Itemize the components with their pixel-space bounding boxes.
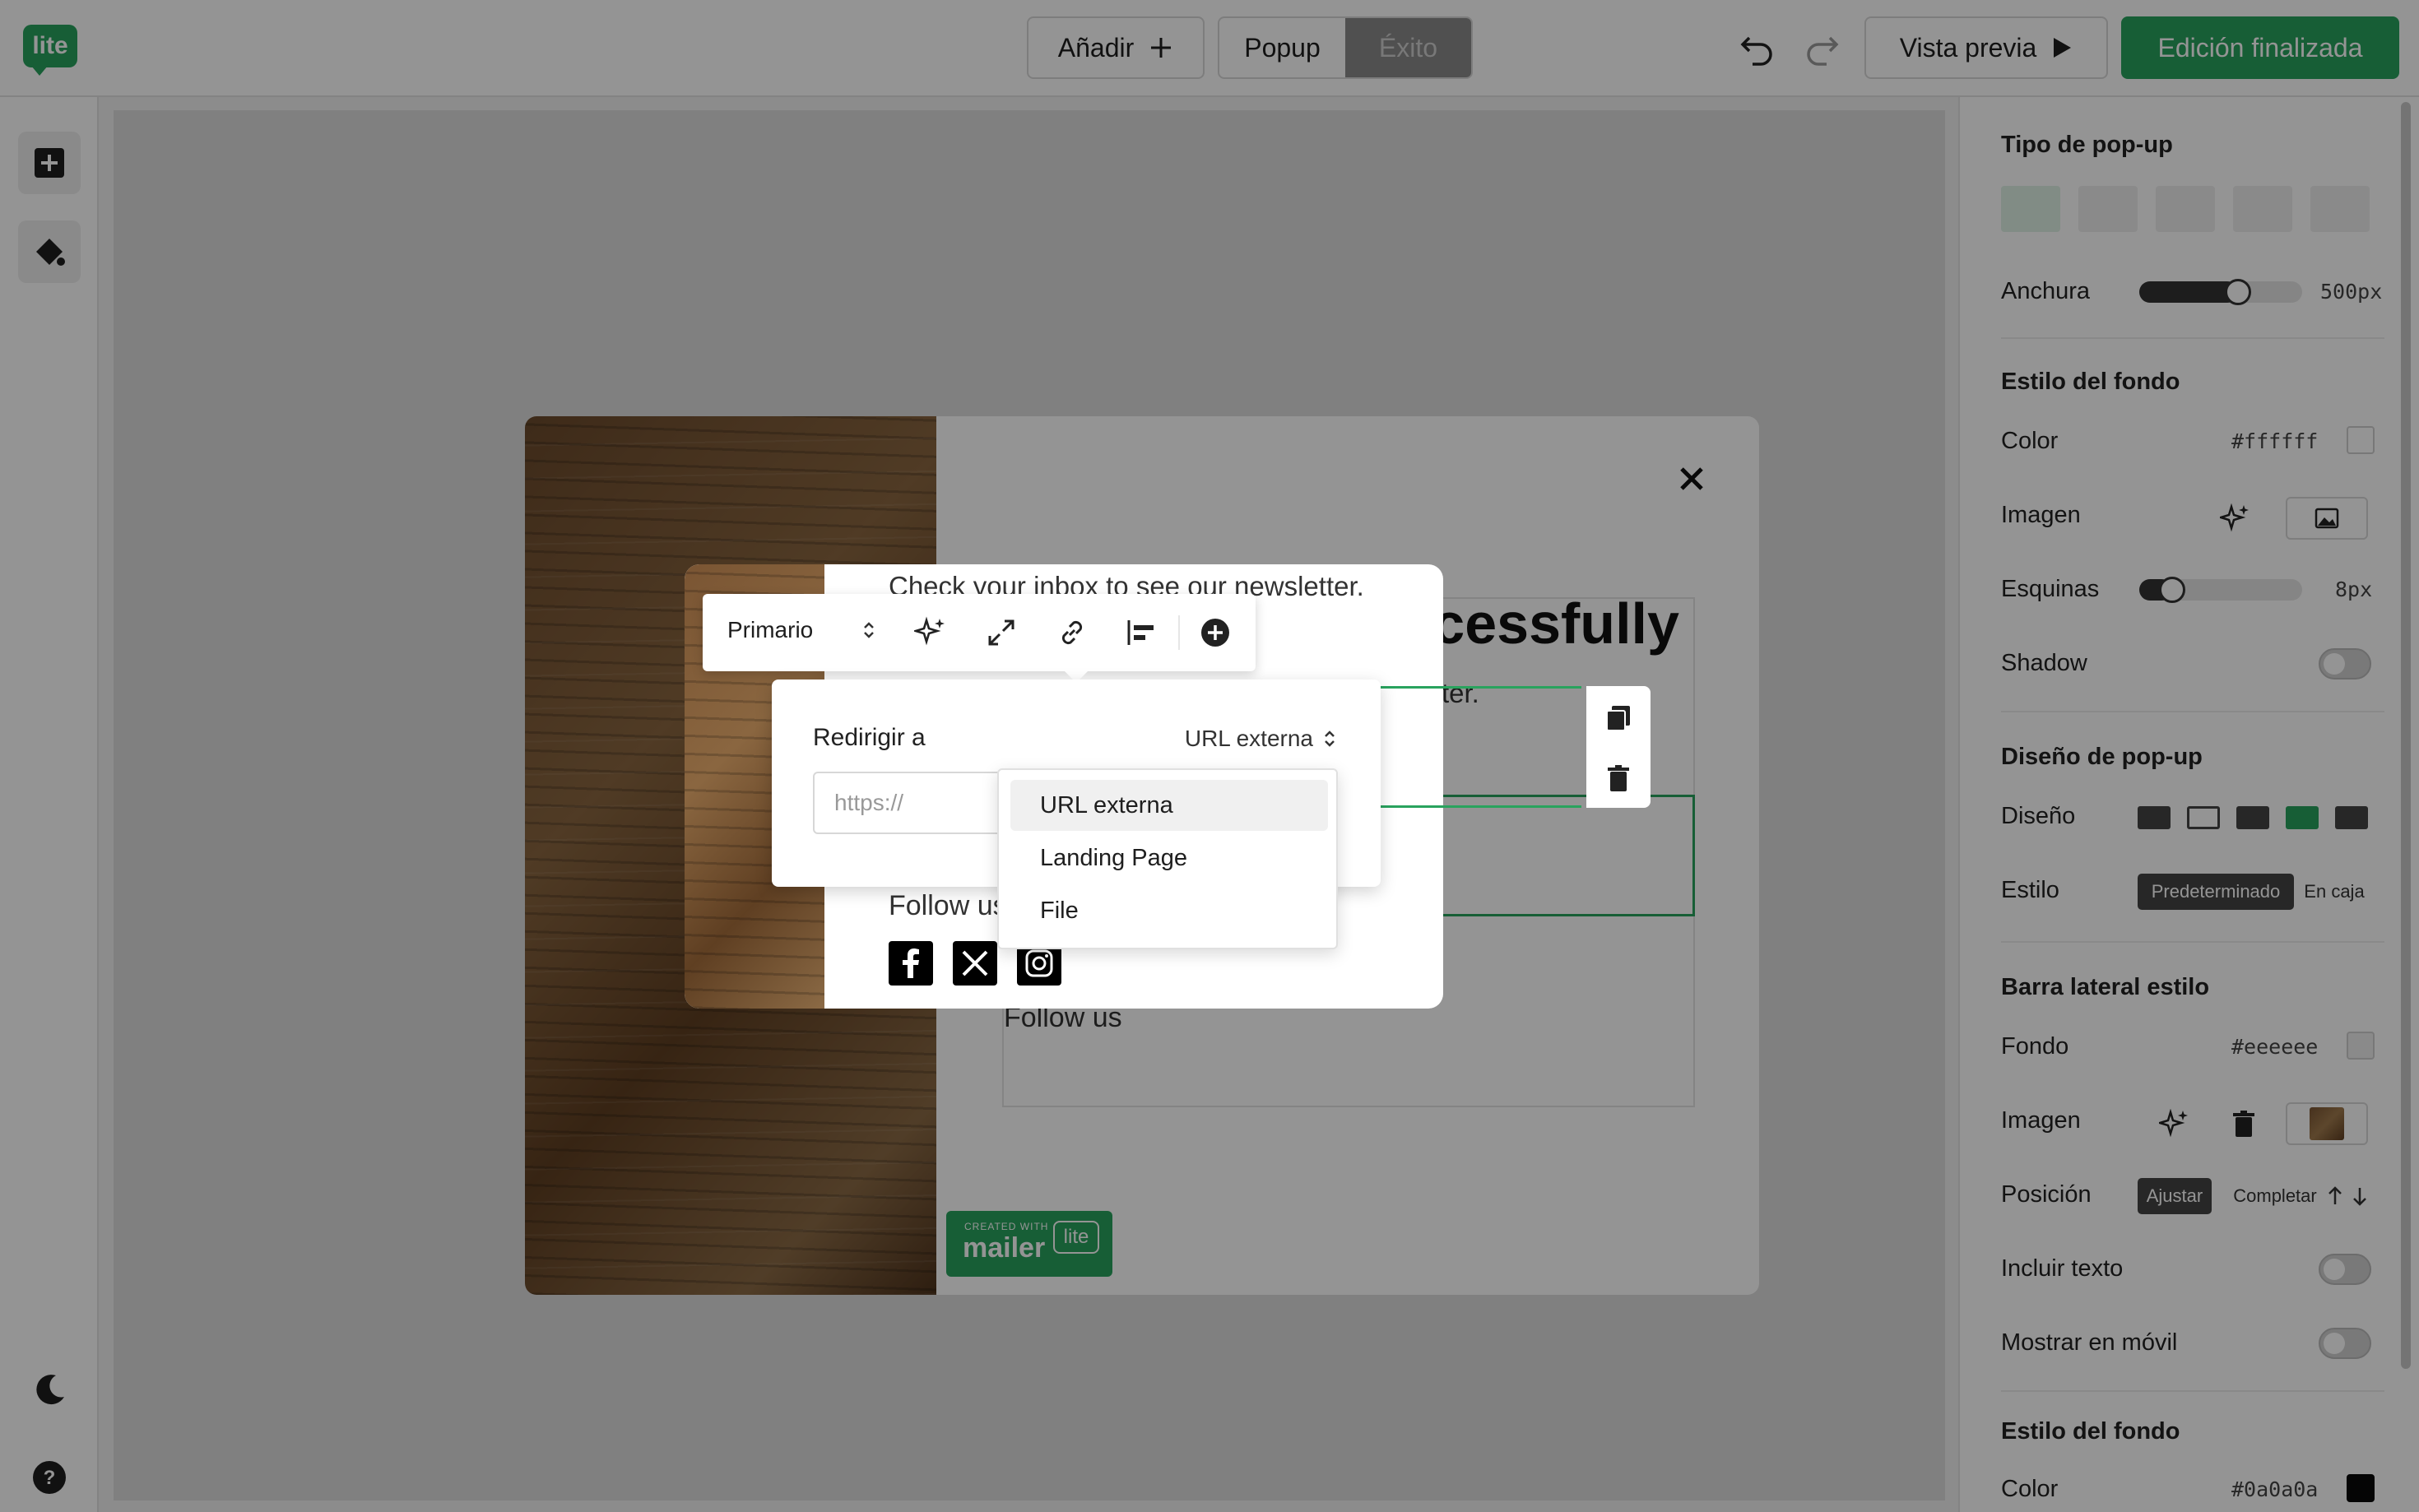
chevron-updown-icon: [864, 622, 874, 638]
trash-icon[interactable]: [1606, 765, 1631, 793]
button-style-value: Primario: [727, 617, 814, 642]
option-landing-page[interactable]: Landing Page: [1010, 833, 1328, 884]
duplicate-icon[interactable]: [1604, 704, 1632, 732]
plus-circle-icon: [1201, 619, 1229, 647]
sparkle-icon: [914, 616, 945, 646]
facebook-glyph: [903, 948, 919, 978]
x-glyph: [962, 950, 988, 976]
redirect-type-select[interactable]: URL externa: [1185, 726, 1336, 752]
instagram-glyph: [1025, 949, 1053, 977]
x-twitter-icon[interactable]: [953, 941, 997, 986]
toolbar-divider: [1178, 615, 1180, 650]
follow-text-highlight: Follow us: [889, 890, 1007, 921]
align-button[interactable]: [1124, 615, 1158, 650]
redirect-type-value: URL externa: [1184, 726, 1313, 751]
option-external-url[interactable]: URL externa: [1010, 780, 1328, 831]
ai-sparkle-button[interactable]: [913, 615, 948, 650]
button-style-select[interactable]: Primario: [727, 617, 875, 643]
expand-button[interactable]: [984, 615, 1019, 650]
button-toolbar: Primario: [703, 594, 1256, 683]
facebook-icon[interactable]: [889, 941, 933, 986]
block-actions: [1586, 686, 1651, 808]
redirect-type-dropdown: URL externa Landing Page File: [997, 768, 1338, 949]
expand-icon: [988, 619, 1014, 646]
add-element-button[interactable]: [1198, 615, 1233, 650]
chevron-updown-icon: [1325, 730, 1335, 747]
link-icon: [1061, 620, 1083, 645]
link-button[interactable]: [1055, 615, 1089, 650]
option-file[interactable]: File: [1010, 885, 1328, 936]
redirect-label: Redirigir a: [813, 724, 926, 751]
align-left-icon: [1127, 620, 1154, 645]
